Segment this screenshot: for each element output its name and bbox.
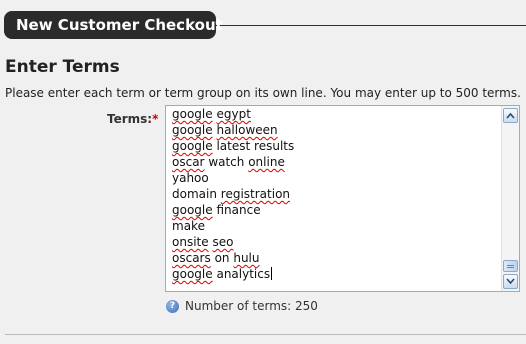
header-rule	[210, 25, 526, 26]
term-line: google analytics	[172, 266, 499, 282]
terms-label: Terms:*	[107, 112, 158, 126]
term-word: hulu	[233, 251, 260, 265]
term-line: google finance	[172, 202, 499, 218]
term-line: yahoo	[172, 170, 499, 186]
term-word: oscar	[172, 155, 205, 169]
terms-textarea-content[interactable]: google egypt google halloween google lat…	[172, 106, 499, 282]
term-line: oscars on hulu	[172, 250, 499, 266]
term-word: google	[172, 123, 213, 137]
term-line: domain registration	[172, 186, 499, 202]
term-word: on	[214, 251, 230, 265]
term-word: latest	[216, 139, 251, 153]
scroll-up-button[interactable]	[503, 108, 518, 123]
scroll-thumb[interactable]	[503, 260, 518, 272]
term-line: onsite seo	[172, 234, 499, 250]
term-line: oscar watch online	[172, 154, 499, 170]
term-word: make	[172, 219, 205, 233]
chevron-down-icon	[506, 278, 515, 285]
scroll-down-button[interactable]	[503, 274, 518, 289]
textarea-scrollbar[interactable]	[501, 106, 519, 291]
term-word: oscars	[172, 251, 211, 265]
help-icon[interactable]: ?	[166, 299, 179, 313]
term-word: google	[172, 107, 213, 121]
term-line: google egypt	[172, 106, 499, 122]
term-word: results	[254, 139, 295, 153]
term-word: google	[172, 203, 213, 217]
term-word: onsite	[172, 235, 209, 249]
term-word: yahoo	[172, 171, 209, 185]
terms-label-text: Terms:	[107, 112, 153, 126]
text-caret	[271, 267, 273, 280]
term-word: google	[172, 139, 213, 153]
term-count-text: Number of terms: 250	[185, 299, 318, 313]
term-word: egypt	[216, 107, 251, 121]
term-word: google	[172, 267, 213, 281]
term-word: analytics	[216, 267, 271, 281]
term-word: halloween	[216, 123, 278, 137]
page-title: New Customer Checkout	[16, 16, 223, 34]
page-header: New Customer Checkout	[4, 11, 223, 39]
term-line: google halloween	[172, 122, 499, 138]
term-word: watch	[208, 155, 245, 169]
term-word: seo	[212, 235, 234, 249]
term-word: finance	[216, 203, 261, 217]
term-count-row: ? Number of terms: 250	[166, 299, 318, 313]
instructions-text: Please enter each term or term group on …	[5, 86, 521, 100]
term-word: online	[248, 155, 285, 169]
chevron-up-icon	[506, 112, 515, 119]
section-title: Enter Terms	[5, 57, 120, 77]
term-line: google latest results	[172, 138, 499, 154]
required-marker: *	[152, 112, 159, 126]
bottom-divider	[5, 334, 526, 335]
term-line: make	[172, 218, 499, 234]
term-word: domain	[172, 187, 217, 201]
term-word: registration	[220, 187, 291, 201]
terms-textarea[interactable]: google egypt google halloween google lat…	[165, 105, 520, 292]
